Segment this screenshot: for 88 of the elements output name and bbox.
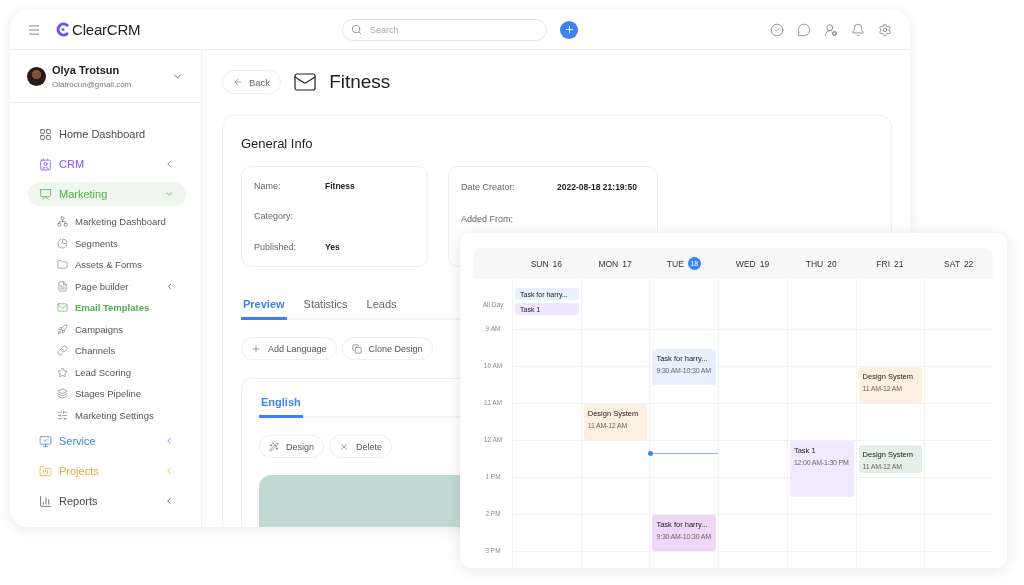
page-title: Fitness [329,71,391,93]
user-settings-icon[interactable] [824,22,838,37]
envelope-icon [57,302,68,314]
sidebar-item[interactable]: Reports [28,489,186,513]
chevron-down-icon [164,189,174,199]
kanban-folder-icon [39,464,52,478]
grid-icon [39,127,52,141]
layers-icon [57,388,68,400]
day-date: 17 [622,258,632,269]
chevron-left-icon [164,159,174,169]
field-label: Name: [254,181,282,192]
design-button[interactable]: Design [259,435,324,458]
sidebar-subitem[interactable]: Lead Scoring [28,361,186,383]
tab[interactable]: Statistics [301,298,350,320]
rocket-icon [57,323,68,335]
back-button[interactable]: Back [222,70,282,94]
field-label: Category: [254,211,295,222]
language-tab[interactable]: English [259,396,303,418]
add-language-button[interactable]: Add Language [241,337,337,360]
sliders-icon [57,409,68,421]
chevron-left-icon [164,496,174,506]
day-name: SAT [944,258,960,269]
check-circle-icon[interactable] [770,22,784,37]
section-title: General Info [241,136,314,151]
sidebar-subitem[interactable]: Assets & Forms [28,254,186,276]
day-date: 16 [552,258,563,269]
chat-icon[interactable] [797,22,811,37]
day-date: 19 [759,258,770,269]
sidebar-subitem[interactable]: Stages Pipeline [28,383,186,405]
user-name: Olya Trotsun [52,63,121,76]
close-icon [339,441,349,452]
search-field[interactable]: Search [342,18,547,41]
plus-icon [563,24,575,35]
arrow-left-icon [233,77,243,87]
user-email: Olatrocun@gmail.com [52,79,133,89]
day-name: MON [598,258,619,269]
field-label: Published: [254,241,298,252]
document-icon [57,280,68,292]
envelope-icon [293,70,318,94]
field-label: Date Creator: [461,182,517,192]
field-value: Yes [325,241,340,252]
field-label: Added From: [461,214,515,224]
folder-icon [57,259,68,271]
menu-icon[interactable] [27,22,41,37]
add-button[interactable] [560,20,578,39]
chevron-left-icon [164,466,174,476]
logo: ClearCRM [72,21,141,38]
field-value: 2022-08-18 21:19:50 [557,182,637,192]
day-date: 21 [894,258,904,269]
bar-chart-icon [39,494,52,508]
sidebar-item[interactable]: Home Dashboard [28,122,186,146]
avatar [27,66,46,86]
copy-icon [351,343,362,354]
day-name: SUN [530,258,549,269]
star-icon [57,366,68,378]
monitor-icon [39,434,52,448]
sidebar-subitem[interactable]: Marketing Dashboard [28,211,186,233]
tab[interactable]: Preview [241,298,287,320]
magic-wand-icon [269,441,279,452]
delete-button[interactable]: Delete [329,435,393,458]
day-date: 22 [963,258,974,269]
chevron-left-icon [164,436,174,446]
logo-icon [56,22,69,37]
day-name: THU [805,258,824,269]
sidebar-subitem[interactable]: Channels [28,340,186,362]
day-name: TUE [666,258,684,269]
notification-icon[interactable] [851,22,865,37]
day-date: 20 [827,258,837,269]
sidebar-subitem[interactable]: Segments [28,232,186,254]
contact-card-icon [39,157,52,171]
link-icon [57,345,68,357]
network-icon [57,216,68,228]
settings-icon[interactable] [878,22,892,37]
sidebar-subitem[interactable]: Marketing Settings [28,404,186,426]
chevron-left-icon [165,281,174,291]
sidebar-subitem[interactable]: Campaigns [28,318,186,340]
sidebar-subitem[interactable]: Page builder [28,275,186,297]
plus-icon [251,343,261,354]
sidebar-item[interactable]: CRM [28,152,186,176]
sidebar-item[interactable]: Service [28,429,186,453]
clone-design-button[interactable]: Clone Design [341,337,433,360]
day-name: FRI [876,258,891,269]
day-name: WED [735,258,756,269]
pie-chart-icon [57,237,68,249]
presentation-board-icon [39,187,52,201]
tab[interactable]: Leads [364,298,399,320]
field-value: Fitness [325,181,355,192]
search-icon [351,23,362,35]
